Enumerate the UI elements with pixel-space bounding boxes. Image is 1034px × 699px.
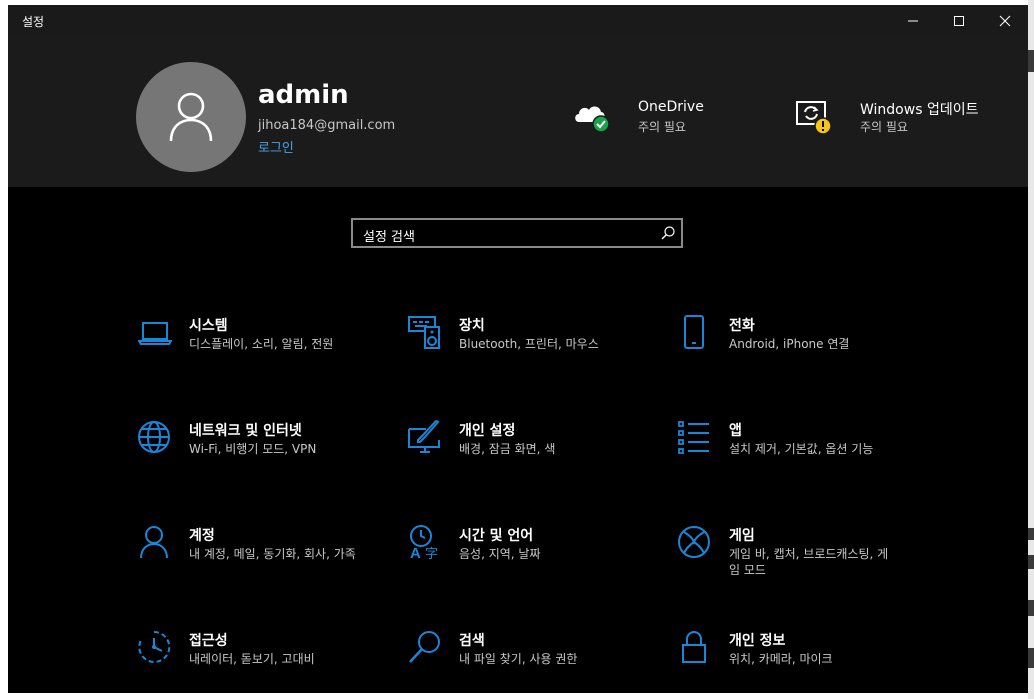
window-title: 설정 [22, 15, 45, 29]
globe-icon [138, 421, 170, 453]
category-title: 시간 및 언어 [459, 528, 534, 544]
person-icon [140, 526, 168, 559]
user-email: jihoa184@gmail.com [258, 118, 396, 133]
category-personalization[interactable]: 개인 설정 배경, 잠금 화면, 색 [408, 420, 648, 500]
ease-of-access-icon [138, 630, 171, 663]
category-description: 디스플레이, 소리, 알림, 전원 [189, 337, 334, 351]
category-description: 설치 제거, 기본값, 옵션 기능 [729, 442, 874, 456]
xbox-icon [678, 526, 710, 558]
user-name: admin [258, 80, 349, 110]
windows-update-title: Windows 업데이트 [860, 102, 979, 118]
desktop-edge [1028, 0, 1034, 699]
category-description: Bluetooth, 프린터, 마우스 [459, 337, 599, 351]
category-description: Android, iPhone 연결 [729, 337, 850, 351]
paintbrush-monitor-icon [408, 420, 440, 453]
category-title: 시스템 [189, 318, 228, 334]
laptop-icon [138, 322, 172, 345]
desktop-edge-mark [1028, 50, 1034, 72]
lock-icon [682, 631, 706, 663]
category-title: 전화 [729, 318, 755, 334]
settings-search-input[interactable]: 설정 검색 [351, 218, 683, 248]
category-description: 음성, 지역, 날짜 [459, 547, 541, 561]
onedrive-subtitle: 주의 필요 [638, 120, 686, 134]
category-system[interactable]: 시스템 디스플레이, 소리, 알림, 전원 [138, 315, 378, 395]
category-title: 개인 정보 [729, 633, 786, 649]
settings-window: 설정 admin jihoa184@gmail.com 로그인 OneDrive… [8, 5, 1028, 693]
category-network[interactable]: 네트워크 및 인터넷 Wi-Fi, 비행기 모드, VPN [138, 420, 378, 500]
search-icon[interactable] [661, 226, 675, 240]
category-title: 네트워크 및 인터넷 [189, 423, 302, 439]
category-privacy[interactable]: 개인 정보 위치, 카메라, 마이크 [678, 630, 918, 693]
minimize-icon [908, 20, 918, 21]
phone-icon [684, 315, 704, 349]
time-language-icon: A 字 [410, 525, 438, 559]
avatar[interactable] [136, 62, 246, 172]
category-description: 위치, 카메라, 마이크 [729, 652, 833, 666]
windows-update-subtitle: 주의 필요 [860, 120, 908, 134]
close-button[interactable] [982, 5, 1028, 36]
category-title: 접근성 [189, 633, 228, 649]
minimize-button[interactable] [890, 5, 936, 36]
app-list-icon [678, 421, 709, 454]
category-accounts[interactable]: 계정 내 계정, 메일, 동기화, 회사, 가족 [138, 525, 378, 605]
onedrive-cloud-check-icon [575, 106, 610, 133]
svg-text:字: 字 [425, 547, 438, 559]
desktop-edge-mark [1028, 555, 1034, 569]
category-title: 검색 [459, 633, 485, 649]
account-header: admin jihoa184@gmail.com 로그인 OneDrive 주의… [8, 36, 1028, 187]
category-gaming[interactable]: 게임 게임 바, 캡처, 브로드캐스팅, 게임 모드 [678, 525, 918, 605]
category-accessibility[interactable]: 접근성 내레이터, 돋보기, 고대비 [138, 630, 378, 693]
category-devices[interactable]: 장치 Bluetooth, 프린터, 마우스 [408, 315, 648, 395]
desktop-edge-mark [1028, 648, 1034, 668]
desktop-edge-mark [1028, 600, 1034, 616]
close-icon [999, 15, 1011, 26]
category-search[interactable]: 검색 내 파일 찾기, 사용 권한 [408, 630, 648, 693]
search-placeholder: 설정 검색 [363, 230, 415, 245]
desktop-edge-mark [1028, 528, 1034, 540]
user-silhouette-icon [169, 92, 213, 142]
category-title: 장치 [459, 318, 485, 334]
category-description: 내 계정, 메일, 동기화, 회사, 가족 [189, 547, 356, 561]
login-link[interactable]: 로그인 [258, 137, 294, 156]
category-title: 개인 설정 [459, 423, 516, 439]
category-description: 내 파일 찾기, 사용 권한 [459, 652, 578, 666]
category-description: 배경, 잠금 화면, 색 [459, 442, 556, 456]
category-description: Wi-Fi, 비행기 모드, VPN [189, 442, 317, 456]
category-title: 게임 [729, 528, 755, 544]
search-magnifier-icon [409, 631, 440, 663]
keyboard-speaker-icon [408, 316, 440, 349]
title-bar[interactable]: 설정 [8, 5, 1028, 36]
maximize-button[interactable] [936, 5, 982, 36]
svg-text:A: A [410, 545, 421, 559]
category-apps[interactable]: 앱 설치 제거, 기본값, 옵션 기능 [678, 420, 918, 500]
maximize-icon [954, 15, 964, 26]
category-description: 내레이터, 돋보기, 고대비 [189, 652, 315, 666]
windows-update-warning-icon [796, 101, 832, 135]
category-phone[interactable]: 전화 Android, iPhone 연결 [678, 315, 918, 395]
category-time-language[interactable]: A 字 시간 및 언어 음성, 지역, 날짜 [408, 525, 648, 605]
category-description: 게임 바, 캡처, 브로드캐스팅, 게임 모드 [729, 547, 889, 577]
category-title: 계정 [189, 528, 215, 544]
onedrive-title: OneDrive [638, 99, 704, 115]
category-title: 앱 [729, 423, 742, 439]
